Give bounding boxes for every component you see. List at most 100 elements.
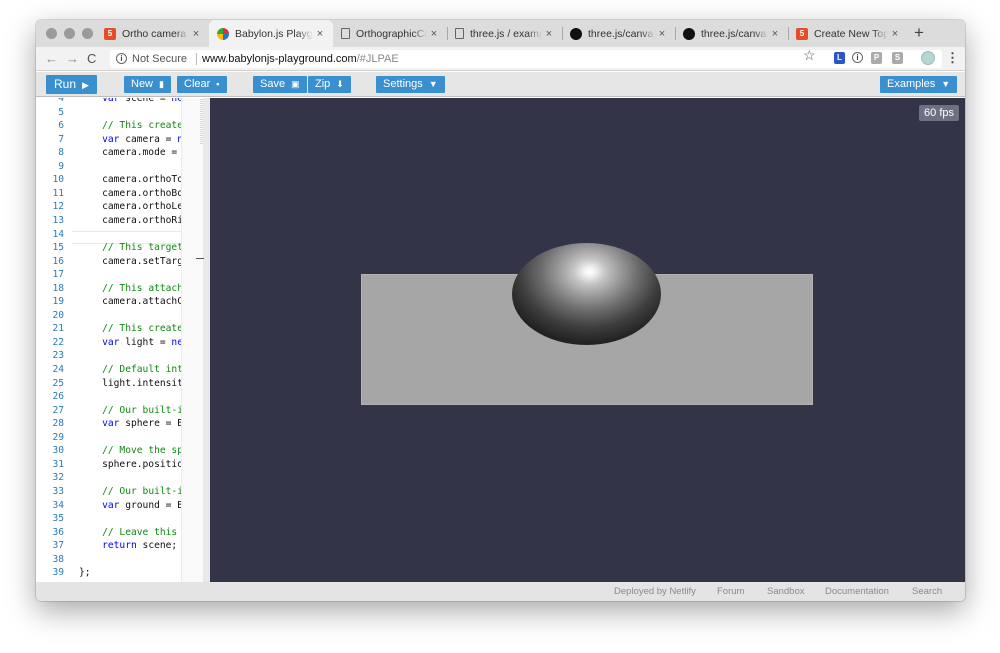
code-text: // Our built-in	[79, 485, 189, 499]
code-comment: // Leave this f	[102, 526, 189, 538]
new-tab-button[interactable]: +	[914, 24, 924, 42]
code-keyword: var	[102, 499, 120, 511]
browser-tab[interactable]: three.js/canvas_cam×	[675, 20, 788, 47]
line-number: 37	[52, 540, 64, 552]
browser-tab[interactable]: three.js/canvas_cam×	[562, 20, 675, 47]
browser-tab[interactable]: 5 Create New Topic - B×	[788, 20, 908, 47]
render-canvas[interactable]: 60 fps	[210, 98, 965, 582]
footer-link-netlify[interactable]: Deployed by Netlify	[614, 582, 696, 601]
extension-s-icon[interactable]: S	[892, 52, 903, 64]
scroll-position-marker	[196, 258, 204, 259]
new-button[interactable]: New ▮	[124, 76, 171, 93]
line-number: 33	[52, 485, 64, 497]
fps-counter: 60 fps	[919, 105, 959, 121]
forward-arrow-icon[interactable]: →	[66, 51, 79, 66]
play-icon: ▶	[82, 80, 89, 90]
close-tab-icon[interactable]: ×	[542, 28, 556, 40]
floppy-icon: ▣	[291, 79, 300, 89]
tab-label: OrthographicCamera	[356, 27, 427, 40]
close-tab-icon[interactable]: ×	[427, 28, 441, 40]
examples-button[interactable]: Examples ▼	[880, 76, 958, 93]
line-number: 7	[58, 133, 64, 145]
url-field[interactable]: i Not Secure www.babylonjs-playground.co…	[110, 50, 942, 68]
browser-menu-icon[interactable]: ⋮	[946, 50, 959, 66]
bookmark-star-icon[interactable]: ☆	[803, 47, 816, 64]
code-keyword: var	[102, 336, 120, 348]
footer-link-documentation[interactable]: Documentation	[825, 582, 889, 601]
browser-tab[interactable]: OrthographicCamera×	[333, 20, 447, 47]
close-window-button[interactable]	[46, 28, 57, 39]
babylon-icon	[217, 27, 229, 40]
footer-link-search[interactable]: Search	[912, 582, 942, 601]
tab-label: Ortho camera - Ques	[122, 27, 189, 40]
sphere-mesh	[512, 243, 661, 345]
examples-label: Examples	[887, 78, 936, 90]
line-number: 16	[52, 255, 64, 267]
code-comment: // Default inte	[102, 364, 189, 375]
info-icon[interactable]: i	[116, 53, 127, 64]
code-text: camera.orthoRig	[79, 214, 189, 228]
code-token: camera.orthoTop	[79, 174, 189, 186]
settings-button[interactable]: Settings ▼	[376, 76, 445, 93]
code-comment: // This attache	[102, 282, 189, 294]
line-number: 12	[52, 201, 64, 213]
zip-button[interactable]: Zip ⬇	[308, 76, 351, 93]
reload-icon[interactable]: C	[87, 51, 96, 66]
code-token: };	[79, 567, 91, 579]
splitter-handle[interactable]	[203, 98, 210, 582]
close-tab-icon[interactable]: ×	[313, 28, 327, 40]
line-number: 9	[58, 160, 64, 172]
extension-p-icon[interactable]: P	[871, 52, 882, 64]
line-number: 14	[52, 228, 64, 240]
close-tab-icon[interactable]: ×	[888, 28, 902, 40]
extension-l-icon[interactable]: L	[834, 52, 845, 64]
maximize-window-button[interactable]	[82, 28, 93, 39]
close-tab-icon[interactable]: ×	[189, 28, 203, 40]
code-text: // Default inte	[79, 363, 189, 377]
run-button[interactable]: Run ▶	[46, 75, 97, 94]
code-text: camera.mode = B	[79, 146, 189, 160]
close-tab-icon[interactable]: ×	[768, 28, 782, 40]
line-number: 4	[58, 98, 64, 104]
back-arrow-icon[interactable]: ←	[45, 51, 58, 66]
clear-button[interactable]: Clear ▪	[177, 76, 227, 93]
profile-avatar[interactable]	[921, 51, 935, 65]
code-text: camera.orthoTop	[79, 173, 189, 187]
close-tab-icon[interactable]: ×	[655, 28, 669, 40]
line-number: 36	[52, 526, 64, 538]
code-text: sphere.position	[79, 458, 189, 472]
code-token: sphere = BA	[119, 418, 189, 430]
line-number: 29	[52, 431, 64, 443]
code-token: camera.mode = B	[79, 147, 189, 159]
playground-toolbar: Run ▶ New ▮ Clear ▪ Save ▣ Zip ⬇ Settings ▼ Ex…	[36, 72, 965, 97]
save-button[interactable]: Save ▣	[253, 76, 307, 93]
line-number: 27	[52, 404, 64, 416]
browser-tab[interactable]: Babylon.js Playgroun×	[209, 20, 333, 47]
tab-list: 5Ortho camera - Ques×Babylon.js Playgrou…	[96, 20, 908, 47]
footer-link-sandbox[interactable]: Sandbox	[767, 582, 805, 601]
footer-link-forum[interactable]: Forum	[717, 582, 744, 601]
line-number: 28	[52, 418, 64, 430]
line-number: 32	[52, 472, 64, 484]
document-icon	[455, 28, 464, 39]
minimize-window-button[interactable]	[64, 28, 75, 39]
tab-strip: 5Ortho camera - Ques×Babylon.js Playgrou…	[36, 20, 965, 47]
tab-label: three.js/canvas_cam	[588, 27, 655, 40]
browser-tab[interactable]: 5 Ortho camera - Ques×	[96, 20, 209, 47]
download-icon: ⬇	[336, 79, 344, 89]
code-token: camera.setTarge	[79, 255, 189, 267]
code-keyword: var	[102, 98, 120, 104]
browser-tab[interactable]: three.js / examples×	[447, 20, 562, 47]
chevron-down-icon: ▼	[428, 79, 438, 89]
code-token: light.intensity	[79, 377, 189, 389]
line-number: 17	[52, 269, 64, 281]
line-number: 18	[52, 282, 64, 294]
extension-info-icon[interactable]: i	[852, 52, 863, 63]
address-bar: ← → C i Not Secure www.babylonjs-playgro…	[36, 47, 965, 71]
editor-scrollbar[interactable]	[181, 98, 203, 582]
code-text: // Move the sph	[79, 444, 189, 458]
